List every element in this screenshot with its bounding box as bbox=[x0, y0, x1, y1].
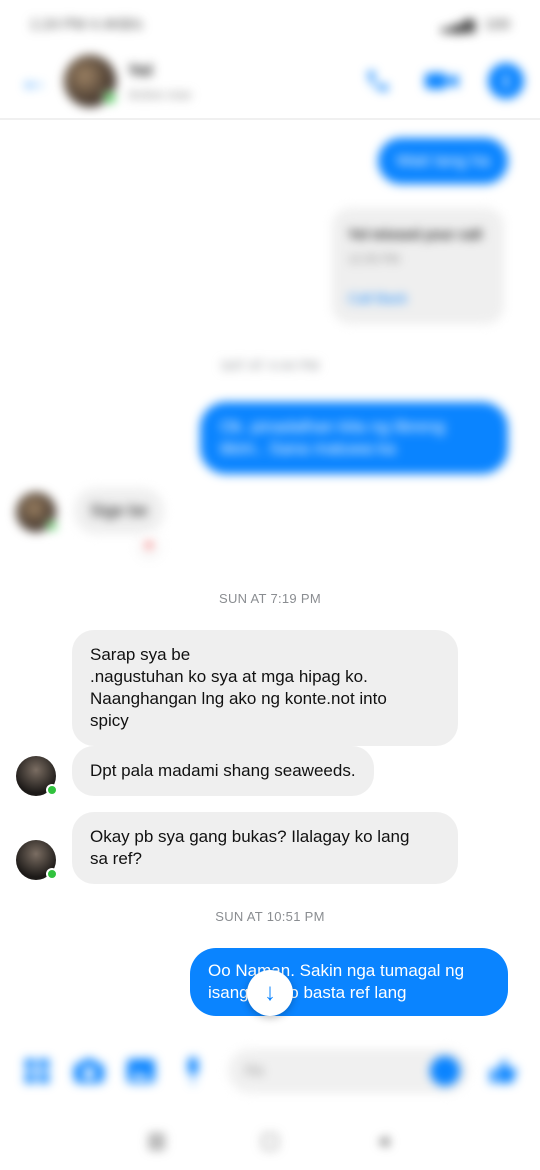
avatar[interactable] bbox=[16, 492, 58, 532]
camera-icon[interactable] bbox=[72, 1054, 106, 1088]
message-input-placeholder: Aa bbox=[244, 1062, 264, 1079]
timestamp: SUN AT 7:19 PM bbox=[219, 591, 321, 606]
message-line: Naanghangan lng ako ng konte.not into bbox=[90, 689, 387, 708]
signal-icon: ▂▄▆ bbox=[441, 16, 475, 33]
contact-name: Yel bbox=[128, 60, 153, 80]
message-list[interactable]: Wait lang ha Yel missed your call 12:35 … bbox=[0, 120, 540, 1032]
system-back-icon[interactable]: ◂ bbox=[370, 1127, 396, 1153]
online-indicator bbox=[46, 520, 58, 532]
avatar[interactable] bbox=[16, 756, 58, 796]
message-line: Sarap sya be bbox=[90, 645, 191, 664]
timestamp: SUN AT 10:51 PM bbox=[215, 909, 325, 924]
missed-call-time: 12:35 PM bbox=[348, 252, 400, 266]
header-actions: i bbox=[360, 63, 524, 99]
missed-call-card[interactable]: Yel missed your call 12:35 PM Call Back bbox=[332, 208, 504, 324]
phone-icon[interactable] bbox=[360, 63, 396, 99]
incoming-message[interactable]: Dpt pala madami shang seaweeds. bbox=[72, 746, 374, 796]
message-line: sa ref? bbox=[90, 849, 142, 868]
missed-call-title: Yel missed your call bbox=[348, 226, 482, 242]
recent-apps-icon[interactable]: ▥ bbox=[144, 1127, 170, 1153]
microphone-icon[interactable] bbox=[176, 1054, 210, 1088]
avatar[interactable] bbox=[16, 840, 58, 880]
online-indicator bbox=[46, 868, 58, 880]
emoji-icon[interactable] bbox=[430, 1056, 460, 1086]
info-icon[interactable]: i bbox=[488, 63, 524, 99]
message-text: Sige be bbox=[90, 501, 148, 520]
incoming-message[interactable]: Sarap sya be .nagustuhan ko sya at mga h… bbox=[72, 630, 458, 746]
status-bar: 1:24 PM 4.4KB/s ▂▄▆ 100 bbox=[0, 0, 540, 48]
message-line: Okay pb sya gang bukas? Ilalagay ko lang bbox=[90, 827, 410, 846]
message-input[interactable]: Aa bbox=[228, 1049, 468, 1093]
home-icon[interactable]: ▢ bbox=[257, 1127, 283, 1153]
message-line: .nagustuhan ko sya at mga hipag ko. bbox=[90, 667, 368, 686]
gallery-icon[interactable] bbox=[124, 1054, 158, 1088]
message-text: Dpt pala madami shang seaweeds. bbox=[90, 761, 356, 780]
call-back-link[interactable]: Call Back bbox=[348, 290, 488, 306]
outgoing-message[interactable]: Wait lang ha bbox=[378, 138, 508, 184]
timestamp: SAT AT 4:44 PM bbox=[220, 358, 320, 373]
message-text: Ok. pinadalhan kita ng libreng tikim.. S… bbox=[220, 417, 445, 458]
avatar[interactable] bbox=[64, 55, 117, 107]
back-arrow-icon[interactable]: ← bbox=[16, 63, 52, 99]
message-line: spicy bbox=[90, 711, 129, 730]
status-time: 1:24 PM 4.4KB/s bbox=[30, 15, 143, 33]
heart-reaction-icon[interactable]: ♥ bbox=[138, 534, 160, 556]
online-indicator bbox=[103, 91, 117, 105]
system-navigation-bar: ▥ ▢ ◂ bbox=[0, 1110, 540, 1170]
status-right: ▂▄▆ 100 bbox=[441, 15, 510, 34]
status-left: 1:24 PM 4.4KB/s bbox=[30, 16, 143, 33]
scroll-to-bottom-button[interactable]: ↓ bbox=[247, 970, 293, 1016]
outgoing-message[interactable]: Ok. pinadalhan kita ng libreng tikim.. S… bbox=[200, 402, 508, 474]
contact-status: Active now bbox=[128, 86, 191, 102]
outgoing-message[interactable]: Oo Naman. Sakin nga tumagal ng isang lin… bbox=[190, 948, 508, 1016]
contact-info[interactable]: Yel Active now bbox=[128, 61, 191, 102]
incoming-message[interactable]: Sige be bbox=[74, 488, 164, 534]
message-text: Wait lang ha bbox=[396, 151, 490, 170]
video-camera-icon[interactable] bbox=[424, 63, 460, 99]
thumbs-up-icon[interactable] bbox=[486, 1054, 520, 1088]
online-indicator bbox=[46, 784, 58, 796]
incoming-message[interactable]: Okay pb sya gang bukas? Ilalagay ko lang… bbox=[72, 812, 458, 884]
grid-menu-icon[interactable] bbox=[20, 1054, 54, 1088]
message-composer: Aa bbox=[0, 1038, 540, 1104]
conversation-header: ← Yel Active now i bbox=[0, 48, 540, 114]
battery-level: 100 bbox=[484, 15, 510, 33]
